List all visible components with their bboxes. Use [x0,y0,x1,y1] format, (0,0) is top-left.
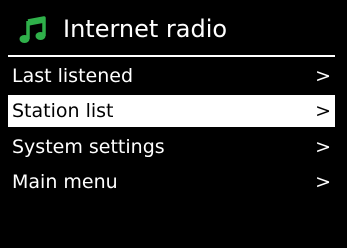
menu-item-label: Station list [12,100,114,122]
menu-item-station-list[interactable]: Station list > [8,95,335,127]
chevron-right-icon: > [315,136,331,158]
header-divider [8,55,335,57]
chevron-right-icon: > [315,100,331,122]
chevron-right-icon: > [315,171,331,193]
menu-item-label: Main menu [12,171,118,193]
menu-item-label: Last listened [12,65,134,87]
menu-item-last-listened[interactable]: Last listened > [8,60,335,92]
menu-item-label: System settings [12,136,165,158]
menu-item-system-settings[interactable]: System settings > [8,131,335,163]
page-title: Internet radio [63,15,228,43]
music-note-icon [19,16,46,43]
header: Internet radio [0,0,347,54]
chevron-right-icon: > [315,65,331,87]
menu-item-main-menu[interactable]: Main menu > [8,166,335,198]
